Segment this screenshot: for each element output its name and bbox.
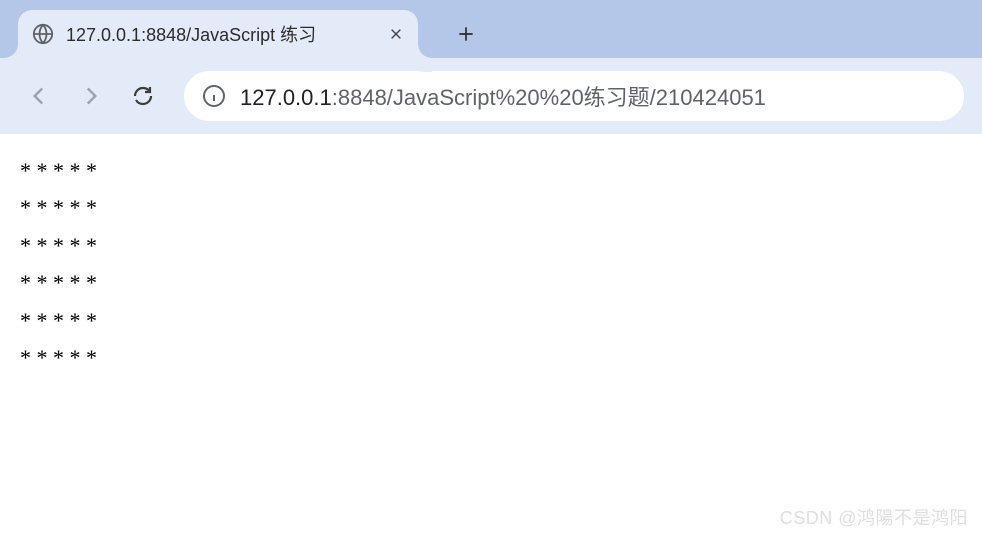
forward-button[interactable] — [70, 75, 112, 117]
url-path: :8848/JavaScript%20%20练习题/210424051 — [332, 85, 766, 110]
star-row: * * * * * — [20, 189, 962, 226]
watermark: CSDN @鸿陽不是鸿阳 — [780, 504, 968, 530]
star-row: * * * * * — [20, 227, 962, 264]
back-button[interactable] — [18, 75, 60, 117]
star-row: * * * * * — [20, 339, 962, 376]
star-row: * * * * * — [20, 264, 962, 301]
url-host: 127.0.0.1 — [240, 85, 332, 110]
toolbar: 127.0.0.1:8848/JavaScript%20%20练习题/21042… — [0, 58, 982, 134]
reload-button[interactable] — [122, 75, 164, 117]
info-icon[interactable] — [202, 84, 226, 108]
tab-title: 127.0.0.1:8848/JavaScript 练习 — [66, 21, 376, 47]
tab-strip: 127.0.0.1:8848/JavaScript 练习 — [0, 0, 982, 58]
star-row: * * * * * — [20, 302, 962, 339]
star-row: * * * * * — [20, 152, 962, 189]
browser-chrome: 127.0.0.1:8848/JavaScript 练习 — [0, 0, 982, 134]
browser-tab[interactable]: 127.0.0.1:8848/JavaScript 练习 — [18, 10, 418, 58]
page-content: * * * * ** * * * ** * * * ** * * * ** * … — [0, 134, 982, 394]
address-text: 127.0.0.1:8848/JavaScript%20%20练习题/21042… — [240, 80, 766, 112]
globe-icon — [32, 23, 54, 45]
new-tab-button[interactable] — [446, 14, 486, 54]
close-icon[interactable] — [388, 26, 404, 42]
address-bar[interactable]: 127.0.0.1:8848/JavaScript%20%20练习题/21042… — [184, 71, 964, 121]
